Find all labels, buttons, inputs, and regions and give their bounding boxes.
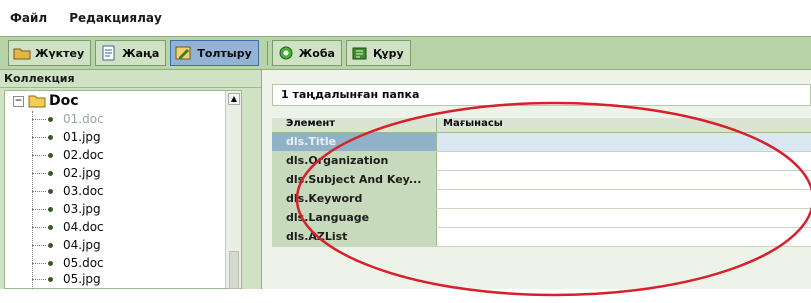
new-button-label: Жаңа <box>122 46 160 60</box>
properties-table: Элемент Мағынасы dls.Title dls.Organizat… <box>272 118 811 247</box>
build-button[interactable]: Құру <box>345 40 411 66</box>
file-bullet-icon <box>48 242 53 248</box>
tree-item[interactable]: 04.doc <box>32 219 104 235</box>
tree-item[interactable]: 02.jpg <box>32 165 101 181</box>
row-value[interactable] <box>437 152 811 170</box>
table-row[interactable]: dls.AZList <box>272 228 811 247</box>
file-bullet-icon <box>48 206 53 212</box>
table-row[interactable]: dls.Organization <box>272 152 811 171</box>
tree-item-label: 05.doc <box>63 256 104 270</box>
tree-item[interactable]: 05.doc <box>32 255 104 271</box>
tree-item-label: 03.jpg <box>63 202 101 216</box>
details-panel: 1 таңдалынған папка Элемент Мағынасы dls… <box>262 70 811 289</box>
file-bullet-icon <box>48 152 53 158</box>
scroll-up-icon[interactable]: ▲ <box>228 93 240 105</box>
tree-item-label: 05.jpg <box>63 272 101 286</box>
file-bullet-icon <box>48 276 53 282</box>
collection-title: Коллекция <box>0 70 261 88</box>
tree-item[interactable]: 03.jpg <box>32 201 101 217</box>
collection-tree[interactable]: − Doc 01.doc 01.jpg 02.doc 02.jpg 03.doc <box>4 90 242 289</box>
column-header-value[interactable]: Мағынасы <box>437 118 811 132</box>
tree-item[interactable]: 05.jpg <box>32 271 101 287</box>
row-element: dls.Keyword <box>272 190 437 208</box>
row-value[interactable] <box>437 228 811 246</box>
menu-bar: Файл Редакциялау <box>0 0 811 36</box>
tree-root-label: Doc <box>49 93 79 109</box>
build-button-label: Құру <box>372 46 404 60</box>
file-bullet-icon <box>48 188 53 194</box>
tree-item-label: 04.doc <box>63 220 104 234</box>
table-header: Элемент Мағынасы <box>272 118 811 133</box>
tree-item-label: 03.doc <box>63 184 104 198</box>
new-document-icon <box>102 45 115 61</box>
tree-item[interactable]: 04.jpg <box>32 237 101 253</box>
build-icon <box>352 47 367 60</box>
table-row[interactable]: dls.Language <box>272 209 811 228</box>
selected-folder-header: 1 таңдалынған папка <box>272 84 811 106</box>
tree-item[interactable]: 03.doc <box>32 183 104 199</box>
row-value[interactable] <box>437 209 811 227</box>
toolbar-separator <box>266 41 268 65</box>
file-bullet-icon <box>48 224 53 230</box>
file-bullet-icon <box>48 116 53 122</box>
tree-item-label: 02.doc <box>63 148 104 162</box>
toolbar: Жүктеу Жаңа Толтыру Жоба Құру <box>0 36 811 70</box>
tree-item-label: 01.doc <box>63 112 104 126</box>
tree-item-label: 02.jpg <box>63 166 101 180</box>
tree-item[interactable]: 01.doc <box>32 111 104 127</box>
column-header-element[interactable]: Элемент <box>272 118 437 132</box>
menu-file[interactable]: Файл <box>10 11 47 25</box>
fill-button[interactable]: Толтыру <box>170 40 259 66</box>
new-button[interactable]: Жаңа <box>95 40 167 66</box>
folder-icon <box>28 95 46 108</box>
row-value[interactable] <box>437 171 811 189</box>
load-button[interactable]: Жүктеу <box>8 40 92 66</box>
row-element: dls.Subject And Key... <box>272 171 437 189</box>
collection-panel: Коллекция − Doc 01.doc 01.jpg 02.doc 02.… <box>0 70 262 289</box>
project-button-label: Жоба <box>298 46 335 60</box>
row-element: dls.Language <box>272 209 437 227</box>
menu-edit[interactable]: Редакциялау <box>69 11 162 25</box>
file-bullet-icon <box>48 134 53 140</box>
row-value[interactable] <box>437 190 811 208</box>
project-icon <box>279 46 293 60</box>
tree-scrollbar[interactable]: ▲ <box>225 91 241 289</box>
fill-button-label: Толтыру <box>197 46 252 60</box>
folder-open-icon <box>13 48 31 60</box>
edit-form-icon <box>175 46 191 60</box>
file-bullet-icon <box>48 170 53 176</box>
tree-item-label: 04.jpg <box>63 238 101 252</box>
table-row[interactable]: dls.Subject And Key... <box>272 171 811 190</box>
collapse-icon[interactable]: − <box>13 95 24 107</box>
tree-item[interactable]: 01.jpg <box>32 129 101 145</box>
file-bullet-icon <box>48 260 53 266</box>
row-element: dls.AZList <box>272 228 437 246</box>
tree-root-doc[interactable]: − Doc <box>13 93 79 109</box>
table-row[interactable]: dls.Keyword <box>272 190 811 209</box>
row-element: dls.Organization <box>272 152 437 170</box>
project-button[interactable]: Жоба <box>271 40 342 66</box>
tree-item[interactable]: 02.doc <box>32 147 104 163</box>
tree-item-label: 01.jpg <box>63 130 101 144</box>
table-row[interactable]: dls.Title <box>272 133 811 152</box>
load-button-label: Жүктеу <box>35 46 85 60</box>
row-value[interactable] <box>437 133 811 151</box>
row-element: dls.Title <box>272 133 437 151</box>
scrollbar-thumb[interactable] <box>229 251 239 289</box>
